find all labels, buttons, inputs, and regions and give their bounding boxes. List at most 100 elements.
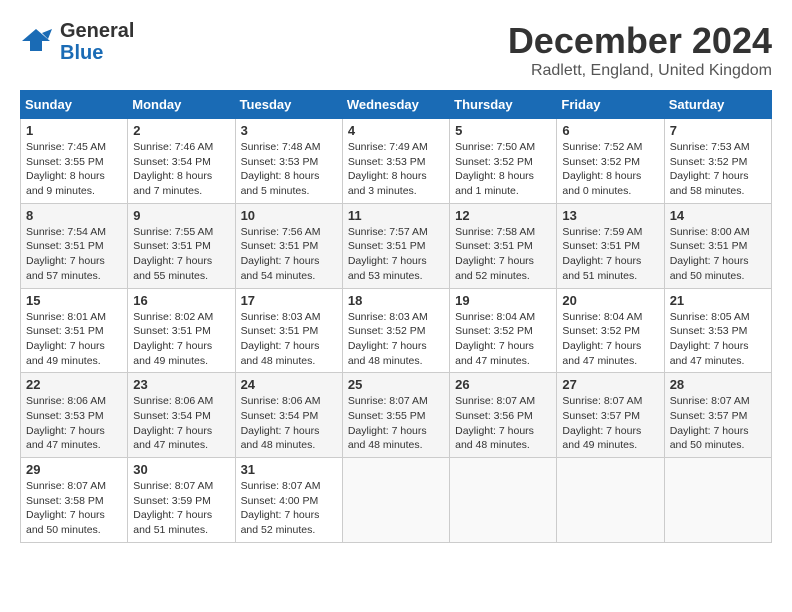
day-info: Sunrise: 7:59 AM Sunset: 3:51 PM Dayligh…	[562, 225, 658, 284]
day-info: Sunrise: 8:03 AM Sunset: 3:52 PM Dayligh…	[348, 310, 444, 369]
day-info: Sunrise: 7:54 AM Sunset: 3:51 PM Dayligh…	[26, 225, 122, 284]
day-number: 12	[455, 208, 551, 223]
day-info: Sunrise: 7:58 AM Sunset: 3:51 PM Dayligh…	[455, 225, 551, 284]
day-number: 15	[26, 293, 122, 308]
day-info: Sunrise: 7:52 AM Sunset: 3:52 PM Dayligh…	[562, 140, 658, 199]
day-number: 24	[241, 377, 337, 392]
day-number: 1	[26, 123, 122, 138]
calendar-cell: 15 Sunrise: 8:01 AM Sunset: 3:51 PM Dayli…	[21, 288, 128, 373]
day-number: 19	[455, 293, 551, 308]
calendar-cell	[664, 458, 771, 543]
calendar-table: SundayMondayTuesdayWednesdayThursdayFrid…	[20, 90, 772, 543]
calendar-cell: 19 Sunrise: 8:04 AM Sunset: 3:52 PM Dayli…	[450, 288, 557, 373]
calendar-cell: 17Sunrise: 8:03 AM Sunset: 3:51 PM Dayli…	[235, 288, 342, 373]
day-number: 16	[133, 293, 229, 308]
logo-general: General	[60, 20, 134, 42]
day-info: Sunrise: 8:00 AM Sunset: 3:51 PM Dayligh…	[670, 225, 766, 284]
day-number: 13	[562, 208, 658, 223]
calendar-cell: 31 Sunrise: 8:07 AM Sunset: 4:00 PM Dayli…	[235, 458, 342, 543]
day-info: Sunrise: 8:07 AM Sunset: 3:57 PM Dayligh…	[670, 394, 766, 453]
day-info: Sunrise: 7:49 AM Sunset: 3:53 PM Dayligh…	[348, 140, 444, 199]
calendar-cell: 14 Sunrise: 8:00 AM Sunset: 3:51 PM Dayli…	[664, 203, 771, 288]
day-number: 17	[241, 293, 337, 308]
day-info: Sunrise: 8:07 AM Sunset: 4:00 PM Dayligh…	[241, 479, 337, 538]
calendar-cell: 29Sunrise: 8:07 AM Sunset: 3:58 PM Dayli…	[21, 458, 128, 543]
calendar-cell: 24 Sunrise: 8:06 AM Sunset: 3:54 PM Dayli…	[235, 373, 342, 458]
column-header-monday: Monday	[128, 91, 235, 119]
calendar-cell: 7 Sunrise: 7:53 AM Sunset: 3:52 PM Daylig…	[664, 119, 771, 204]
calendar-header-row: SundayMondayTuesdayWednesdayThursdayFrid…	[21, 91, 772, 119]
day-info: Sunrise: 8:07 AM Sunset: 3:56 PM Dayligh…	[455, 394, 551, 453]
day-info: Sunrise: 8:01 AM Sunset: 3:51 PM Dayligh…	[26, 310, 122, 369]
day-info: Sunrise: 8:02 AM Sunset: 3:51 PM Dayligh…	[133, 310, 229, 369]
day-info: Sunrise: 8:04 AM Sunset: 3:52 PM Dayligh…	[562, 310, 658, 369]
week-row-3: 15 Sunrise: 8:01 AM Sunset: 3:51 PM Dayli…	[21, 288, 772, 373]
column-header-thursday: Thursday	[450, 91, 557, 119]
day-number: 28	[670, 377, 766, 392]
day-number: 2	[133, 123, 229, 138]
day-info: Sunrise: 8:06 AM Sunset: 3:53 PM Dayligh…	[26, 394, 122, 453]
day-info: Sunrise: 8:07 AM Sunset: 3:55 PM Dayligh…	[348, 394, 444, 453]
month-title: December 2024	[508, 20, 772, 62]
day-number: 25	[348, 377, 444, 392]
day-number: 6	[562, 123, 658, 138]
calendar-cell: 1 Sunrise: 7:45 AM Sunset: 3:55 PM Daylig…	[21, 119, 128, 204]
day-info: Sunrise: 7:56 AM Sunset: 3:51 PM Dayligh…	[241, 225, 337, 284]
day-info: Sunrise: 8:06 AM Sunset: 3:54 PM Dayligh…	[241, 394, 337, 453]
calendar-cell: 26 Sunrise: 8:07 AM Sunset: 3:56 PM Dayli…	[450, 373, 557, 458]
calendar-cell: 9Sunrise: 7:55 AM Sunset: 3:51 PM Daylig…	[128, 203, 235, 288]
day-number: 21	[670, 293, 766, 308]
day-info: Sunrise: 8:05 AM Sunset: 3:53 PM Dayligh…	[670, 310, 766, 369]
day-info: Sunrise: 8:07 AM Sunset: 3:57 PM Dayligh…	[562, 394, 658, 453]
day-number: 18	[348, 293, 444, 308]
calendar-cell: 18 Sunrise: 8:03 AM Sunset: 3:52 PM Dayli…	[342, 288, 449, 373]
day-info: Sunrise: 8:04 AM Sunset: 3:52 PM Dayligh…	[455, 310, 551, 369]
day-info: Sunrise: 7:45 AM Sunset: 3:55 PM Dayligh…	[26, 140, 122, 199]
calendar-cell: 12 Sunrise: 7:58 AM Sunset: 3:51 PM Dayli…	[450, 203, 557, 288]
day-number: 26	[455, 377, 551, 392]
calendar-cell: 27Sunrise: 8:07 AM Sunset: 3:57 PM Dayli…	[557, 373, 664, 458]
day-info: Sunrise: 7:50 AM Sunset: 3:52 PM Dayligh…	[455, 140, 551, 199]
day-number: 8	[26, 208, 122, 223]
calendar-cell	[557, 458, 664, 543]
day-number: 23	[133, 377, 229, 392]
column-header-sunday: Sunday	[21, 91, 128, 119]
day-number: 14	[670, 208, 766, 223]
day-info: Sunrise: 7:46 AM Sunset: 3:54 PM Dayligh…	[133, 140, 229, 199]
day-number: 4	[348, 123, 444, 138]
calendar-cell: 23 Sunrise: 8:06 AM Sunset: 3:54 PM Dayli…	[128, 373, 235, 458]
logo-icon	[20, 27, 52, 53]
day-info: Sunrise: 8:07 AM Sunset: 3:59 PM Dayligh…	[133, 479, 229, 538]
day-info: Sunrise: 7:55 AM Sunset: 3:51 PM Dayligh…	[133, 225, 229, 284]
calendar-cell: 30Sunrise: 8:07 AM Sunset: 3:59 PM Dayli…	[128, 458, 235, 543]
day-info: Sunrise: 7:53 AM Sunset: 3:52 PM Dayligh…	[670, 140, 766, 199]
calendar-cell	[342, 458, 449, 543]
calendar-cell: 11Sunrise: 7:57 AM Sunset: 3:51 PM Dayli…	[342, 203, 449, 288]
calendar-cell: 10 Sunrise: 7:56 AM Sunset: 3:51 PM Dayli…	[235, 203, 342, 288]
calendar-cell: 4 Sunrise: 7:49 AM Sunset: 3:53 PM Daylig…	[342, 119, 449, 204]
day-number: 7	[670, 123, 766, 138]
calendar-cell: 13 Sunrise: 7:59 AM Sunset: 3:51 PM Dayli…	[557, 203, 664, 288]
logo-blue: Blue	[60, 42, 134, 64]
logo: General Blue	[20, 20, 134, 64]
day-number: 3	[241, 123, 337, 138]
calendar-cell: 2 Sunrise: 7:46 AM Sunset: 3:54 PM Daylig…	[128, 119, 235, 204]
location-subtitle: Radlett, England, United Kingdom	[508, 62, 772, 80]
week-row-1: 1 Sunrise: 7:45 AM Sunset: 3:55 PM Daylig…	[21, 119, 772, 204]
calendar-cell: 21 Sunrise: 8:05 AM Sunset: 3:53 PM Dayli…	[664, 288, 771, 373]
calendar-cell: 3Sunrise: 7:48 AM Sunset: 3:53 PM Daylig…	[235, 119, 342, 204]
calendar-cell: 16 Sunrise: 8:02 AM Sunset: 3:51 PM Dayli…	[128, 288, 235, 373]
day-number: 31	[241, 462, 337, 477]
column-header-friday: Friday	[557, 91, 664, 119]
week-row-2: 8 Sunrise: 7:54 AM Sunset: 3:51 PM Daylig…	[21, 203, 772, 288]
day-number: 29	[26, 462, 122, 477]
calendar-cell: 5Sunrise: 7:50 AM Sunset: 3:52 PM Daylig…	[450, 119, 557, 204]
calendar-cell: 20Sunrise: 8:04 AM Sunset: 3:52 PM Dayli…	[557, 288, 664, 373]
day-number: 10	[241, 208, 337, 223]
day-info: Sunrise: 8:06 AM Sunset: 3:54 PM Dayligh…	[133, 394, 229, 453]
week-row-5: 29Sunrise: 8:07 AM Sunset: 3:58 PM Dayli…	[21, 458, 772, 543]
day-info: Sunrise: 7:57 AM Sunset: 3:51 PM Dayligh…	[348, 225, 444, 284]
header: General Blue December 2024 Radlett, Engl…	[20, 20, 772, 80]
column-header-wednesday: Wednesday	[342, 91, 449, 119]
calendar-cell: 28 Sunrise: 8:07 AM Sunset: 3:57 PM Dayli…	[664, 373, 771, 458]
